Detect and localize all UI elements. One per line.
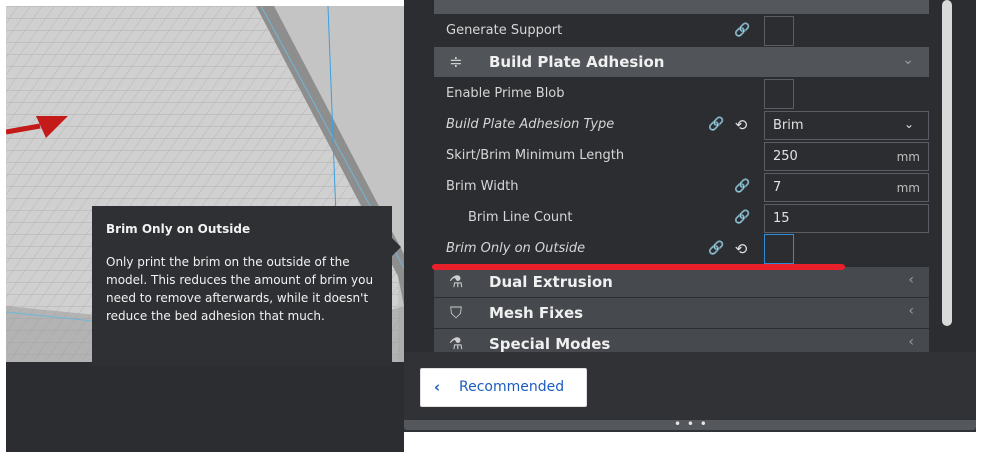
brim-only-outside-checkbox[interactable] [764, 234, 794, 264]
mesh-fixes-icon: ⛉ [449, 303, 462, 322]
section-title: Mesh Fixes [489, 304, 584, 322]
brim-width-input[interactable]: 7 mm [764, 173, 929, 202]
link-icon[interactable]: 🔗 [708, 241, 724, 257]
chevron-left-icon: ‹ [434, 378, 441, 396]
setting-row-generate-support[interactable]: Generate Support 🔗 [434, 16, 929, 46]
skirt-brim-min-length-input[interactable]: 250 mm [764, 142, 929, 171]
setting-row-skirt-brim-min-length[interactable]: Skirt/Brim Minimum Length 250 mm [434, 141, 929, 171]
chevron-left-icon: ‹ [908, 334, 914, 350]
tooltip-body: Only print the brim on the outside of th… [106, 255, 374, 323]
link-icon[interactable]: 🔗 [708, 117, 724, 133]
setting-row-brim-only-outside[interactable]: Brim Only on Outside 🔗 ⟲ [434, 234, 929, 264]
brim-line-count-input[interactable]: 15 [764, 204, 929, 233]
drag-dots-icon: • • • [674, 417, 708, 431]
previous-section-header[interactable] [434, 0, 929, 14]
panel-resize-handle[interactable]: • • • [404, 417, 976, 431]
reset-icon[interactable]: ⟲ [732, 116, 750, 134]
link-icon[interactable]: 🔗 [734, 179, 750, 195]
recommended-button[interactable]: ‹ Recommended [420, 368, 587, 407]
setting-label: Skirt/Brim Minimum Length [446, 148, 625, 163]
setting-label: Brim Line Count [468, 210, 573, 225]
select-value: Brim [773, 118, 804, 133]
input-value: 15 [773, 211, 790, 226]
setting-label: Brim Only on Outside [446, 241, 586, 256]
section-dual-extrusion[interactable]: ⚗ Dual Extrusion ‹ [434, 267, 929, 297]
setting-row-brim-width[interactable]: Brim Width 🔗 7 mm [434, 172, 929, 202]
chevron-left-icon: ‹ [908, 272, 914, 288]
unit-label: mm [896, 150, 920, 164]
enable-prime-blob-checkbox[interactable] [764, 79, 794, 109]
setting-label: Brim Width [446, 179, 519, 194]
adhesion-type-select[interactable]: Brim ⌄ [764, 111, 929, 140]
section-build-plate-adhesion[interactable]: ≑ Build Plate Adhesion ⌄ [434, 47, 929, 77]
adhesion-icon: ≑ [449, 52, 463, 71]
tooltip-title: Brim Only on Outside [106, 222, 251, 236]
setting-row-brim-line-count[interactable]: Brim Line Count 🔗 15 [434, 203, 929, 233]
annotation-underline [432, 264, 845, 270]
section-title: Special Modes [489, 335, 611, 352]
section-title: Dual Extrusion [489, 273, 613, 291]
setting-label: Enable Prime Blob [446, 86, 565, 101]
section-special-modes[interactable]: ⚗ Special Modes ‹ [434, 329, 929, 352]
setting-tooltip: Brim Only on Outside Only print the brim… [92, 206, 401, 366]
setting-row-enable-prime-blob[interactable]: Enable Prime Blob [434, 79, 929, 109]
input-value: 250 [773, 149, 798, 164]
unit-label: mm [896, 181, 920, 195]
link-icon[interactable]: 🔗 [734, 23, 750, 39]
input-value: 7 [773, 180, 782, 195]
setting-row-adhesion-type[interactable]: Build Plate Adhesion Type 🔗 ⟲ Brim ⌄ [434, 110, 929, 140]
section-title: Build Plate Adhesion [489, 53, 665, 71]
chevron-down-icon: ⌄ [902, 52, 914, 68]
section-mesh-fixes[interactable]: ⛉ Mesh Fixes ‹ [434, 298, 929, 328]
scrollbar-thumb[interactable] [942, 0, 952, 326]
recommended-label: Recommended [459, 379, 565, 395]
setting-label: Generate Support [446, 23, 563, 38]
reset-icon[interactable]: ⟲ [732, 240, 750, 258]
chevron-left-icon: ‹ [908, 303, 914, 319]
settings-list[interactable]: Generate Support 🔗 ≑ Build Plate Adhesio… [404, 0, 976, 352]
setting-label: Build Plate Adhesion Type [446, 117, 615, 132]
dual-extrusion-icon: ⚗ [448, 272, 464, 291]
special-modes-icon: ⚗ [448, 334, 464, 352]
generate-support-checkbox[interactable] [764, 16, 794, 46]
link-icon[interactable]: 🔗 [734, 210, 750, 226]
chevron-down-icon: ⌄ [903, 117, 914, 131]
